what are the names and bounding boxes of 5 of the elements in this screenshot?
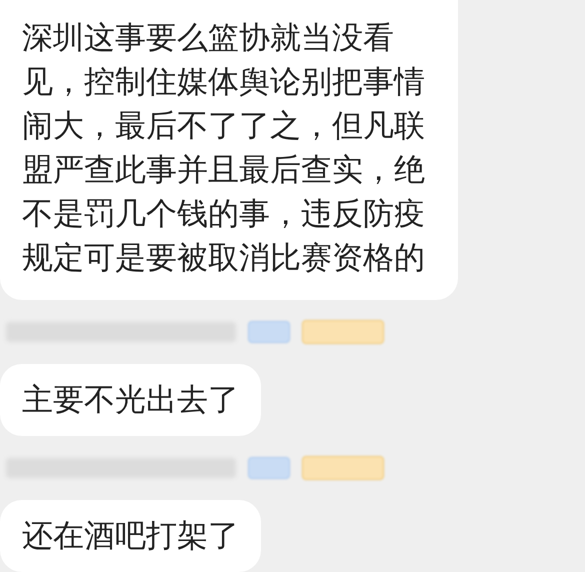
chat-bubble: 还在酒吧打架了 (0, 500, 261, 572)
chat-bubble: 深圳这事要么篮协就当没看见，控制住媒体舆论别把事情闹大，最后不了了之，但凡联盟严查此事并且最后查实，绝不是罚几个钱的事，违反防疫规定可是要被取消比赛资格的 (0, 0, 458, 300)
blurred-level-badge (248, 321, 290, 343)
chat-bubble: 主要不光出去了 (0, 364, 261, 436)
blurred-level-badge (248, 457, 290, 479)
